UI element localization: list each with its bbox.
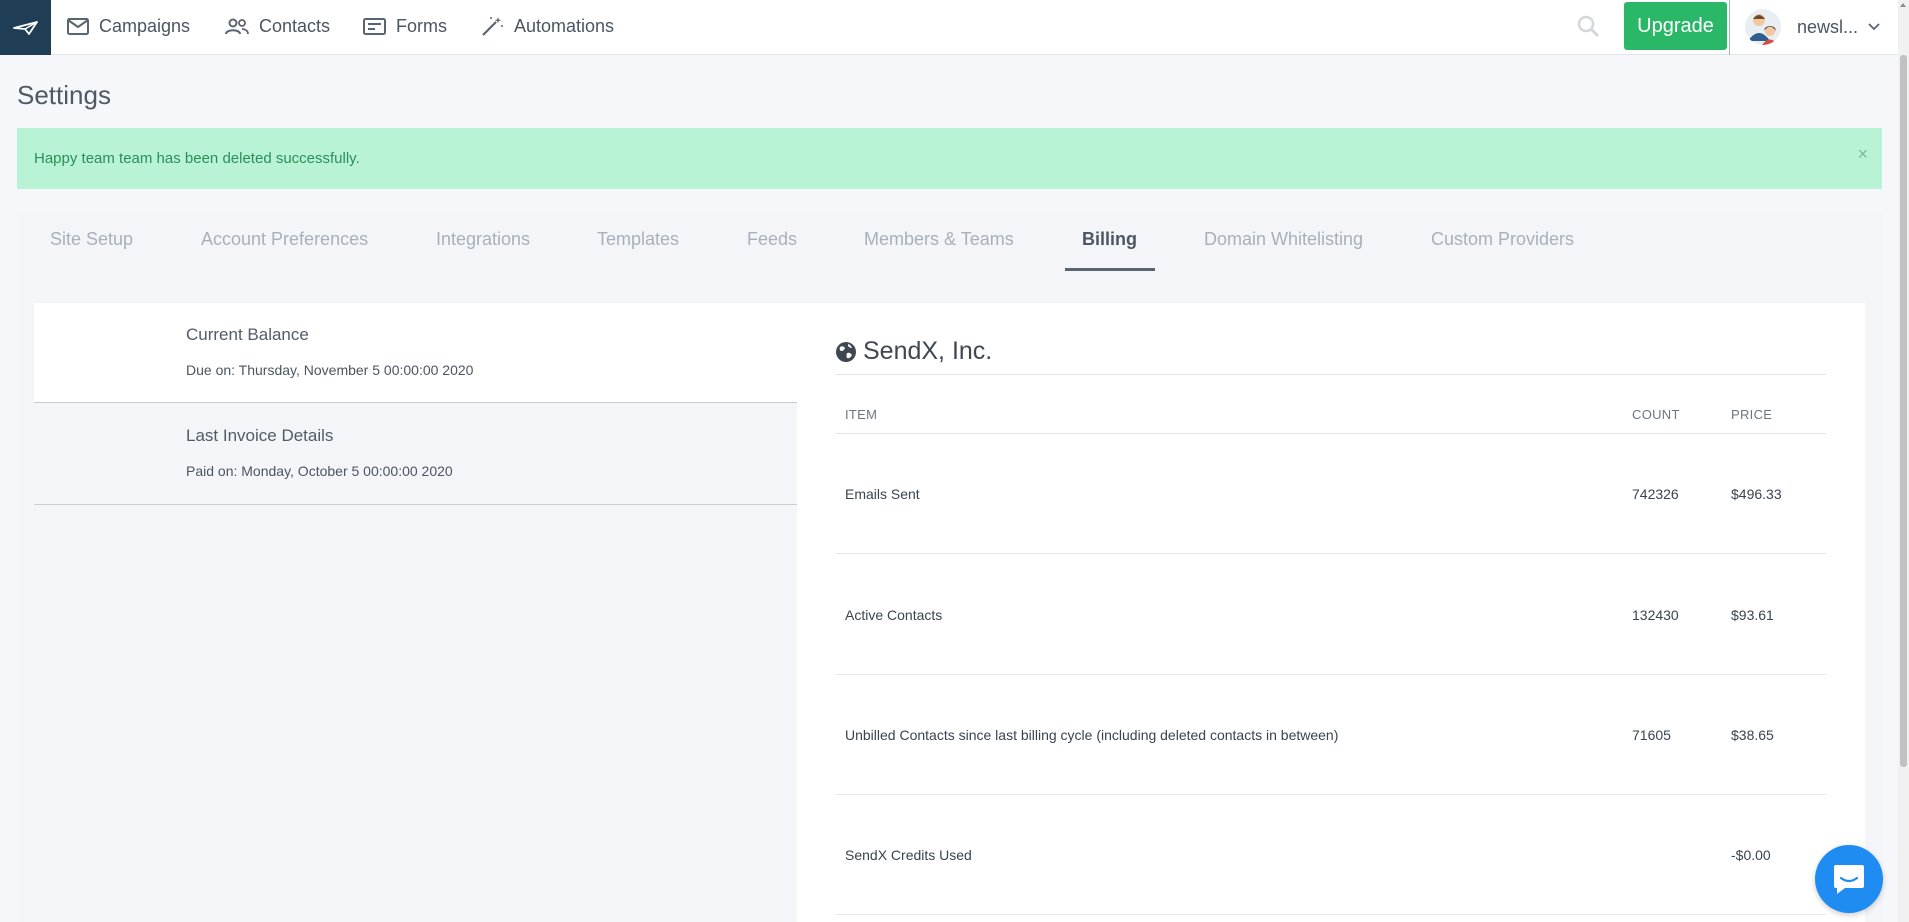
upgrade-button[interactable]: Upgrade: [1624, 2, 1727, 50]
top-navbar: Campaigns Contacts Forms Automations Upg…: [0, 0, 1898, 55]
nav-contacts[interactable]: Contacts: [225, 0, 330, 52]
logo[interactable]: [0, 0, 51, 55]
globe-icon: [836, 341, 856, 362]
current-balance-title: Current Balance: [186, 325, 309, 344]
row-item: SendX Credits Used: [845, 846, 972, 863]
row-price: $38.65: [1731, 726, 1774, 743]
nav-label: Campaigns: [99, 15, 191, 36]
tab-integrations[interactable]: Integrations: [436, 229, 530, 250]
table-row: Unbilled Contacts since last billing cyc…: [835, 675, 1826, 795]
tab-billing[interactable]: Billing: [1082, 229, 1137, 250]
nav-automations[interactable]: Automations: [481, 0, 614, 52]
user-name: newsl...: [1797, 16, 1859, 37]
row-price: $93.61: [1731, 606, 1774, 623]
chat-icon: [1834, 865, 1864, 894]
row-price: $496.33: [1731, 485, 1782, 502]
alert-message: Happy team team has been deleted success…: [34, 150, 360, 167]
nav-label: Automations: [514, 15, 615, 36]
mail-icon: [67, 17, 89, 35]
table-row: SendX Credits Used -$0.00: [835, 795, 1826, 915]
company-name: SendX, Inc.: [863, 337, 993, 365]
table-row: Emails Sent 742326 $496.33: [835, 434, 1826, 554]
avatar: [1745, 9, 1781, 45]
tab-members-teams[interactable]: Members & Teams: [864, 229, 1014, 250]
invoice-details: SendX, Inc. ITEM COUNT PRICE Emails Sent…: [797, 303, 1865, 922]
row-count: 71605: [1632, 726, 1671, 743]
close-icon[interactable]: ×: [1857, 144, 1868, 165]
form-icon: [363, 17, 386, 35]
nav-label: Contacts: [259, 15, 331, 36]
column-header-count: COUNT: [1632, 407, 1680, 422]
row-item: Emails Sent: [845, 485, 920, 502]
table-row: Active Contacts 132430 $93.61: [835, 555, 1826, 675]
row-price: -$0.00: [1731, 846, 1771, 863]
chevron-down-icon: [1868, 23, 1880, 31]
last-invoice-card[interactable]: Last Invoice Details Paid on: Monday, Oc…: [34, 403, 797, 505]
tab-domain-whitelisting[interactable]: Domain Whitelisting: [1204, 229, 1363, 250]
nav-campaigns[interactable]: Campaigns: [67, 0, 190, 52]
last-invoice-paid: Paid on: Monday, October 5 00:00:00 2020: [186, 463, 453, 479]
divider: [1729, 0, 1730, 55]
success-alert: Happy team team has been deleted success…: [17, 128, 1882, 189]
people-icon: [225, 18, 249, 34]
page-title: Settings: [17, 80, 111, 110]
paper-plane-icon: [12, 20, 38, 35]
nav-label: Forms: [396, 15, 447, 36]
magic-wand-icon: [482, 16, 503, 36]
tab-site-setup[interactable]: Site Setup: [50, 229, 133, 250]
column-header-price: PRICE: [1731, 407, 1773, 422]
column-header-item: ITEM: [845, 407, 878, 422]
search-button[interactable]: [1576, 14, 1600, 38]
row-count: 132430: [1632, 606, 1679, 623]
row-item: Active Contacts: [845, 606, 943, 623]
row-count: 742326: [1632, 485, 1679, 502]
divider: [835, 374, 1826, 375]
user-menu[interactable]: newsl...: [1745, 8, 1880, 46]
row-item: Unbilled Contacts since last billing cyc…: [845, 726, 1339, 743]
company-header: SendX, Inc.: [835, 337, 992, 366]
scrollbar[interactable]: [1898, 0, 1909, 922]
last-invoice-title: Last Invoice Details: [186, 426, 334, 445]
current-balance-card[interactable]: Current Balance Due on: Thursday, Novemb…: [34, 303, 797, 403]
active-tab-indicator: [1065, 268, 1155, 271]
tab-custom-providers[interactable]: Custom Providers: [1431, 229, 1574, 250]
tab-feeds[interactable]: Feeds: [747, 229, 797, 250]
scroll-up-arrow[interactable]: [1900, 3, 1906, 7]
tab-account-preferences[interactable]: Account Preferences: [201, 229, 368, 250]
current-balance-due: Due on: Thursday, November 5 00:00:00 20…: [186, 362, 474, 378]
nav-forms[interactable]: Forms: [363, 0, 447, 52]
search-icon: [1577, 15, 1600, 38]
billing-summary: Current Balance Due on: Thursday, Novemb…: [34, 303, 797, 505]
chat-button[interactable]: [1815, 845, 1883, 913]
scrollbar-thumb[interactable]: [1900, 55, 1907, 767]
tab-templates[interactable]: Templates: [597, 229, 679, 250]
